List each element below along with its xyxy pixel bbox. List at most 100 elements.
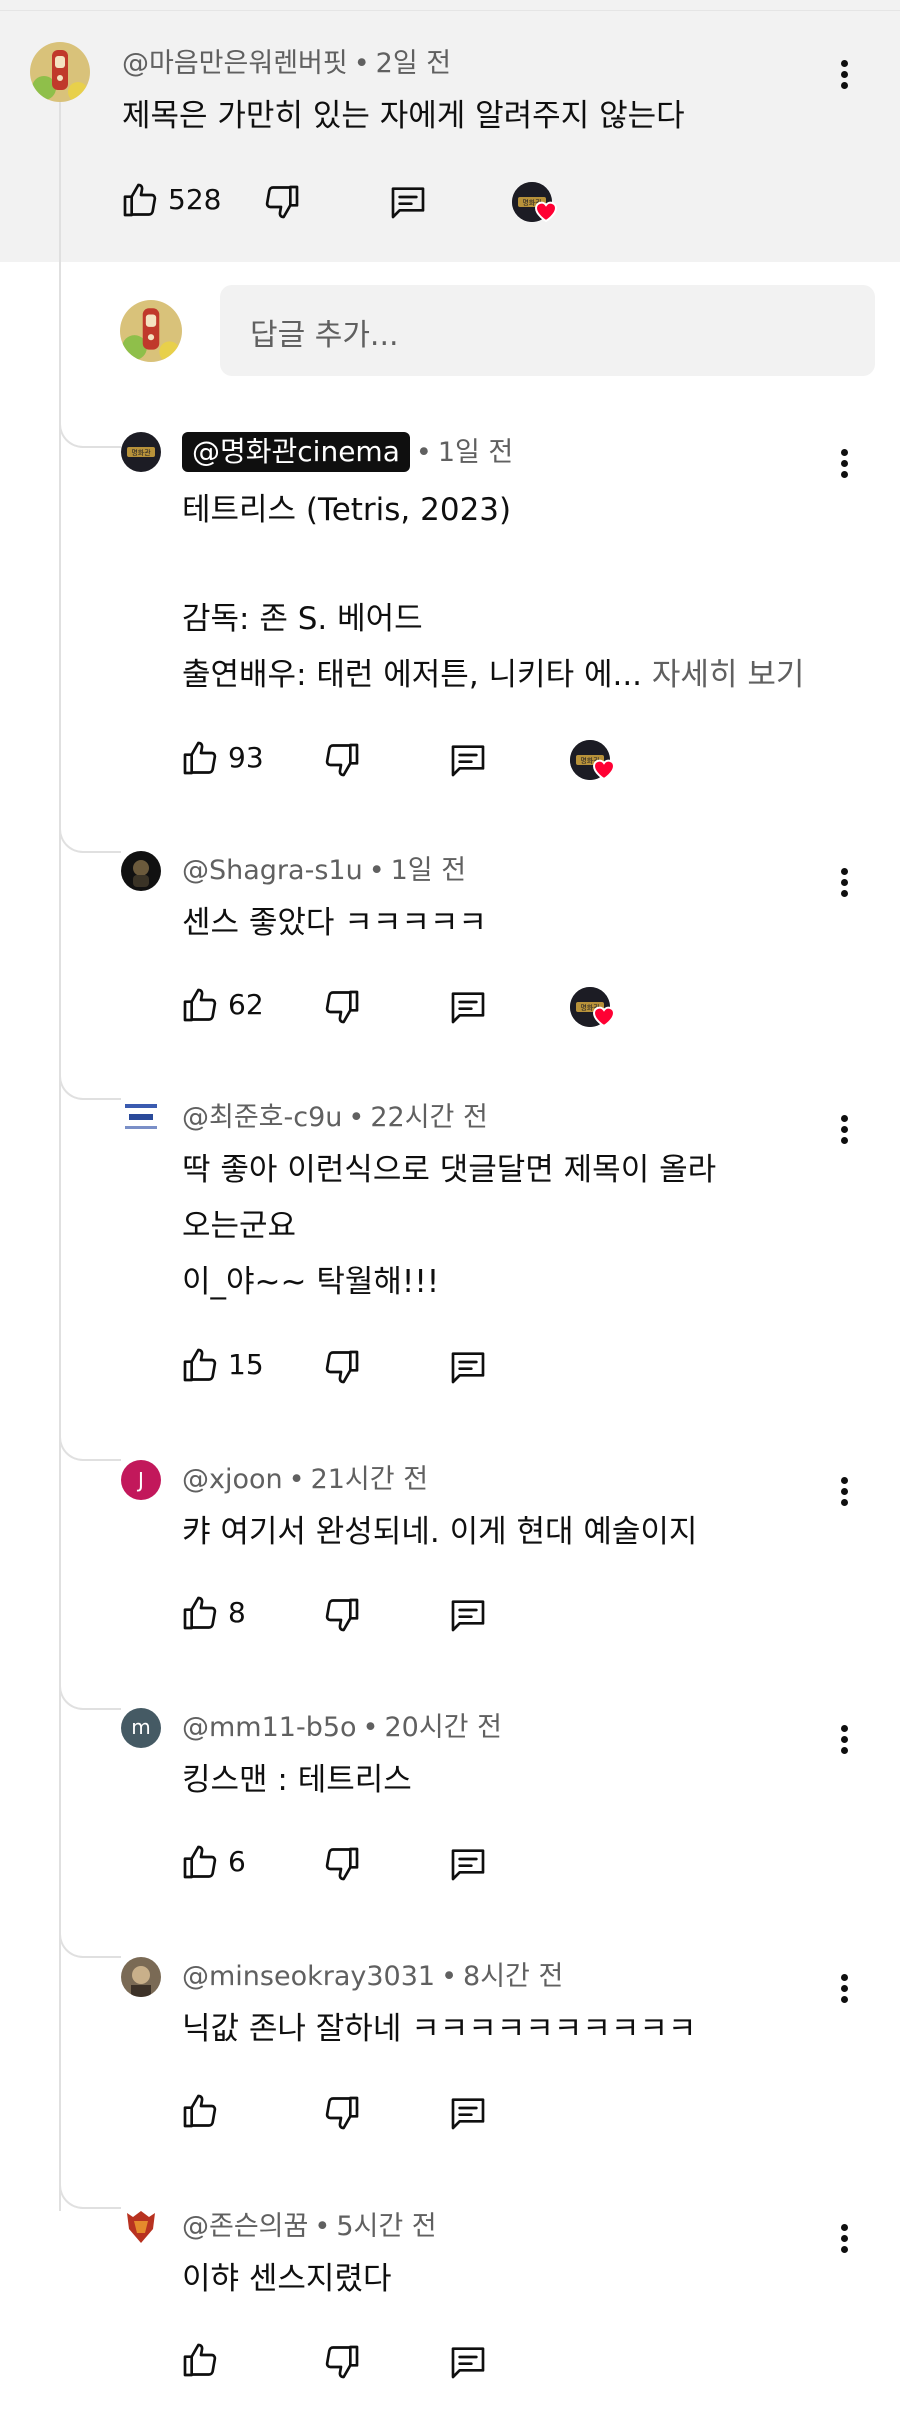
- reply-text-truncated: 출연배우: 태런 에저튼, 니키타 에...: [182, 657, 643, 693]
- reply-time: 1일 전: [437, 437, 514, 468]
- reply-text-line: 감독: 존 S. 베어드: [182, 601, 423, 637]
- thread-branch: [59, 1433, 121, 1461]
- thread-branch: [59, 2181, 121, 2209]
- reply-icon: [387, 182, 429, 222]
- thumb-down-icon: [322, 1844, 362, 1884]
- reply-text-line: 센스 좋았다 ㅋㅋㅋㅋㅋ: [182, 905, 487, 941]
- avatar-letter: J: [138, 1468, 144, 1492]
- like-button[interactable]: 15: [180, 1345, 264, 1385]
- thread-line: [59, 96, 61, 2211]
- dislike-button[interactable]: [322, 1347, 362, 1387]
- reply-author[interactable]: @xjoon: [182, 1464, 283, 1495]
- like-count: 93: [228, 741, 264, 774]
- heart-icon: [534, 200, 558, 226]
- reply-button[interactable]: [447, 987, 489, 1027]
- parent-meta: @마음만은워렌버핏 • 2일 전: [122, 48, 452, 79]
- reply-button[interactable]: [447, 2093, 489, 2133]
- parent-comment-text: 제목은 가만히 있는 자에게 알려주지 않는다: [122, 98, 685, 134]
- reply-icon: [447, 987, 489, 1027]
- reply-avatar[interactable]: [121, 851, 161, 891]
- parent-time: 2일 전: [375, 48, 452, 79]
- more-vert-icon[interactable]: [832, 862, 856, 902]
- dislike-button[interactable]: [322, 987, 362, 1027]
- reply-author[interactable]: @mm11-b5o: [182, 1712, 357, 1743]
- reply-text-line: 닉값 존나 잘하네 ㅋㅋㅋㅋㅋㅋㅋㅋㅋㅋ: [182, 2011, 697, 2047]
- parent-author[interactable]: @마음만은워렌버핏: [122, 48, 348, 79]
- reply-avatar[interactable]: m: [121, 1708, 161, 1748]
- reply-button[interactable]: [447, 2342, 489, 2382]
- reply-text-line: 캬 여기서 완성되네. 이게 현대 예술이지: [182, 1514, 698, 1550]
- parent-like-count: 528: [168, 183, 222, 216]
- reply-avatar[interactable]: J: [121, 1460, 161, 1500]
- thumb-down-icon: [262, 182, 302, 222]
- parent-like-button[interactable]: 528: [120, 180, 221, 220]
- thumb-down-icon: [322, 2093, 362, 2133]
- more-vert-icon[interactable]: [832, 1471, 856, 1511]
- more-vert-icon[interactable]: [832, 1109, 856, 1149]
- thread-branch: [59, 1682, 121, 1710]
- more-vert-icon[interactable]: [832, 1719, 856, 1759]
- thread-branch: [59, 1072, 121, 1100]
- more-vert-icon[interactable]: [832, 2218, 856, 2258]
- like-button[interactable]: [180, 2091, 220, 2131]
- thread-branch: [59, 1930, 121, 1958]
- reply-author[interactable]: @Shagra-s1u: [182, 855, 363, 886]
- parent-reply-button[interactable]: [387, 182, 429, 222]
- thumb-up-icon: [180, 2091, 220, 2131]
- reply-author[interactable]: @최준호-c9u: [182, 1102, 342, 1133]
- reply-text-line: 킹스맨 : 테트리스: [182, 1762, 412, 1798]
- reply-author[interactable]: @존슨의꿈: [182, 2211, 308, 2242]
- dislike-button[interactable]: [322, 2342, 362, 2382]
- parent-more-vert-icon[interactable]: [832, 54, 856, 94]
- like-count: 62: [228, 988, 264, 1021]
- like-count: 6: [228, 1845, 246, 1878]
- reply-meta: @xjoon • 21시간 전: [182, 1464, 429, 1495]
- like-button[interactable]: 8: [180, 1593, 246, 1633]
- reply-meta: @명화관cinema • 1일 전: [182, 432, 513, 472]
- creator-author-chip[interactable]: @명화관cinema: [182, 432, 410, 472]
- like-button[interactable]: 6: [180, 1842, 246, 1882]
- my-avatar: [120, 300, 182, 362]
- reply-time: 5시간 전: [336, 2211, 437, 2242]
- like-button[interactable]: 62: [180, 985, 264, 1025]
- read-more-link[interactable]: 자세히 보기: [652, 657, 804, 693]
- thumb-up-icon: [180, 985, 220, 1025]
- reply-time: 21시간 전: [310, 1464, 429, 1495]
- thumb-down-icon: [322, 2342, 362, 2382]
- reply-button[interactable]: [447, 1844, 489, 1884]
- like-button[interactable]: 93: [180, 738, 264, 778]
- reply-time: 1일 전: [390, 855, 467, 886]
- more-vert-icon[interactable]: [832, 443, 856, 483]
- dislike-button[interactable]: [322, 740, 362, 780]
- reply-avatar[interactable]: [121, 1098, 161, 1138]
- avatar-letter: m: [131, 1715, 151, 1739]
- dislike-button[interactable]: [322, 1844, 362, 1884]
- reply-button[interactable]: [447, 1595, 489, 1635]
- reply-text-line: 이_야~~ 탁월해!!!: [182, 1264, 440, 1300]
- reply-input[interactable]: 답글 추가...: [220, 285, 875, 376]
- reply-input-placeholder: 답글 추가...: [250, 318, 399, 353]
- reply-time: 20시간 전: [384, 1712, 502, 1743]
- parent-avatar[interactable]: [30, 42, 90, 102]
- more-vert-icon[interactable]: [832, 1968, 856, 2008]
- thumb-down-icon: [322, 987, 362, 1027]
- reply-avatar[interactable]: [121, 2207, 161, 2247]
- reply-author[interactable]: @minseokray3031: [182, 1961, 435, 1992]
- reply-meta: @minseokray3031 • 8시간 전: [182, 1961, 564, 1992]
- like-button[interactable]: [180, 2340, 220, 2380]
- reply-button[interactable]: [447, 1347, 489, 1387]
- thumb-up-icon: [180, 1593, 220, 1633]
- thumb-down-icon: [322, 1347, 362, 1387]
- reply-meta: @최준호-c9u • 22시간 전: [182, 1102, 488, 1133]
- reply-text-line: 테트리스 (Tetris, 2023): [182, 492, 512, 528]
- dislike-button[interactable]: [322, 2093, 362, 2133]
- thumb-up-icon: [180, 2340, 220, 2380]
- dislike-button[interactable]: [322, 1595, 362, 1635]
- parent-dislike-button[interactable]: [262, 182, 302, 222]
- heart-icon: [592, 758, 616, 784]
- reply-avatar[interactable]: [121, 1957, 161, 1997]
- reply-avatar[interactable]: 명화관: [121, 432, 161, 472]
- reply-button[interactable]: [447, 740, 489, 780]
- thumb-up-icon: [180, 738, 220, 778]
- reply-text-line: 출연배우: 태런 에저튼, 니키타 에... 자세히 보기: [182, 647, 804, 703]
